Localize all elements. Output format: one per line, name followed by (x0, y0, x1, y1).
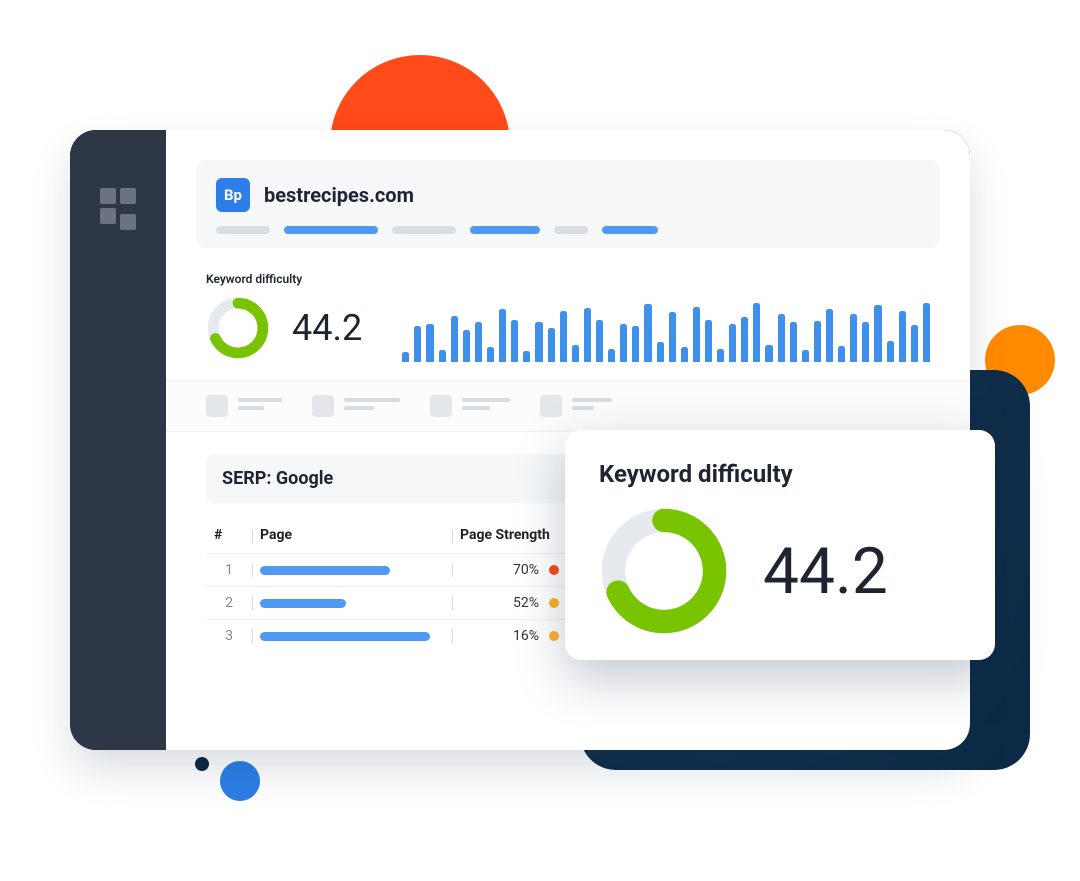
header-tab-pill[interactable] (284, 226, 378, 234)
histogram-bar (608, 349, 615, 362)
histogram-bar (584, 308, 591, 362)
kd-value: 44.2 (292, 307, 362, 349)
header-tab-pill[interactable] (470, 226, 540, 234)
domain-name: bestrecipes.com (264, 183, 414, 207)
header-tab-pill[interactable] (554, 226, 588, 234)
chip-icon (312, 395, 334, 417)
cell-page (252, 554, 452, 587)
decor-circle-blue (220, 761, 260, 801)
kd-label: Keyword difficulty (206, 272, 362, 286)
histogram-bar (814, 321, 821, 362)
sidebar (70, 130, 166, 750)
brand-badge: Bp (216, 178, 250, 212)
histogram-bar (862, 322, 869, 362)
float-title: Keyword difficulty (599, 460, 961, 488)
histogram-bar (923, 303, 930, 362)
histogram-bar (729, 324, 736, 362)
kd-donut-icon (206, 296, 270, 360)
histogram-chart (402, 272, 930, 362)
header-tabs (216, 226, 920, 234)
histogram-bar (802, 350, 809, 362)
cell-page (252, 587, 452, 620)
histogram-bar (850, 314, 857, 362)
histogram-bar (911, 325, 918, 362)
histogram-bar (499, 309, 506, 362)
histogram-bar (717, 349, 724, 362)
col-header-num[interactable]: # (206, 521, 252, 554)
histogram-bar (693, 307, 700, 362)
histogram-bar (778, 314, 785, 362)
filter-chip[interactable] (206, 395, 282, 417)
header-tab-pill[interactable] (392, 226, 456, 234)
histogram-bar (475, 322, 482, 362)
chip-icon (430, 395, 452, 417)
histogram-bar (402, 352, 409, 362)
cell-num: 1 (206, 554, 252, 587)
filter-chip[interactable] (312, 395, 400, 417)
histogram-bar (887, 341, 894, 362)
decor-circle-navy (195, 757, 209, 771)
histogram-bar (765, 345, 772, 362)
float-value: 44.2 (763, 534, 888, 609)
histogram-bar (487, 347, 494, 362)
chip-icon (540, 395, 562, 417)
filter-chip[interactable] (540, 395, 612, 417)
histogram-bar (753, 303, 760, 362)
histogram-bar (874, 305, 881, 362)
histogram-bar (657, 342, 664, 362)
cell-num: 3 (206, 620, 252, 653)
histogram-bar (838, 346, 845, 362)
histogram-bar (523, 351, 530, 362)
kd-block: Keyword difficulty 44.2 (206, 272, 362, 360)
histogram-bar (620, 324, 627, 362)
col-header-page[interactable]: Page (252, 521, 452, 554)
histogram-bar (669, 312, 676, 362)
kd-donut-large-icon (599, 506, 729, 636)
cell-num: 2 (206, 587, 252, 620)
histogram-bar (705, 320, 712, 362)
histogram-bar (741, 317, 748, 362)
histogram-bar (535, 322, 542, 362)
histogram-bar (790, 322, 797, 362)
histogram-bar (426, 324, 433, 362)
dashboard-icon[interactable] (100, 188, 136, 224)
header-card: Bp bestrecipes.com (196, 160, 940, 248)
histogram-bar (899, 311, 906, 362)
header-tab-pill[interactable] (602, 226, 658, 234)
filter-chip[interactable] (430, 395, 510, 417)
metrics-row: Keyword difficulty 44.2 (166, 272, 970, 380)
histogram-bar (560, 311, 567, 362)
histogram-bar (681, 347, 688, 362)
histogram-bar (414, 326, 421, 362)
histogram-bar (548, 328, 555, 362)
histogram-bar (439, 350, 446, 362)
header-tab-pill[interactable] (216, 226, 270, 234)
histogram-bar (572, 345, 579, 362)
histogram-bar (596, 320, 603, 362)
kd-float-card: Keyword difficulty 44.2 (565, 430, 995, 660)
cell-page (252, 620, 452, 653)
histogram-bar (451, 316, 458, 362)
histogram-bar (511, 320, 518, 362)
filter-row (166, 380, 970, 432)
histogram-bar (644, 304, 651, 362)
histogram-bar (826, 309, 833, 362)
histogram-bar (632, 326, 639, 362)
chip-icon (206, 395, 228, 417)
histogram-bar (463, 330, 470, 362)
